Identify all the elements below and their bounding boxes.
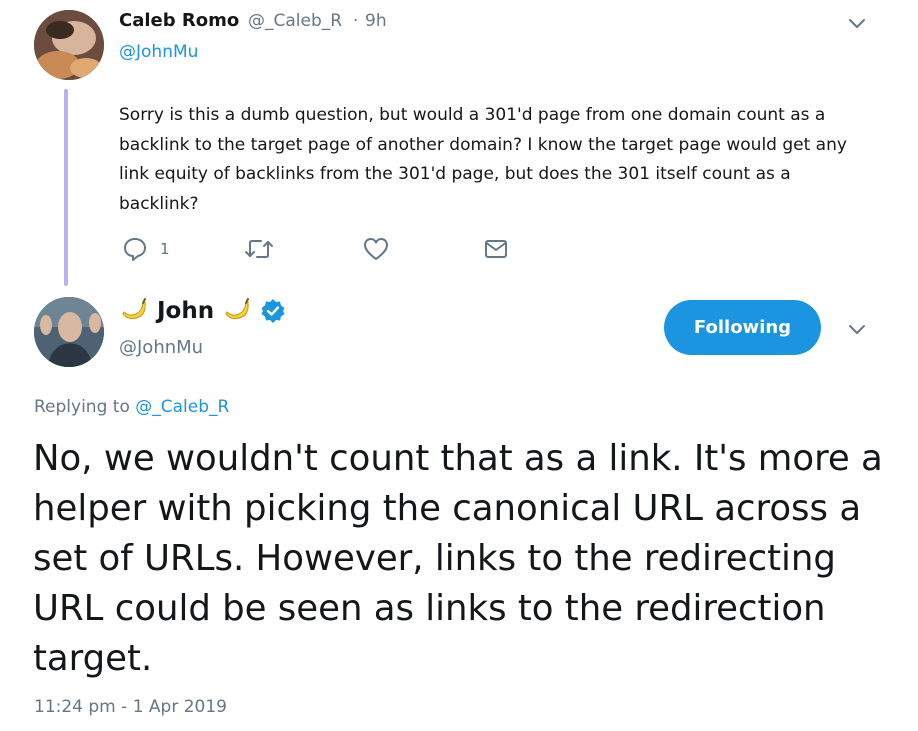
banana-emoji-icon <box>122 298 146 320</box>
reply-count: 1 <box>160 240 170 258</box>
avatar-john[interactable] <box>34 297 104 367</box>
reply-author-handle[interactable]: @_Caleb_R <box>248 11 342 31</box>
main-author-name: John <box>157 298 215 324</box>
verified-badge-icon <box>261 299 285 323</box>
like-icon <box>364 238 388 260</box>
following-button[interactable]: Following <box>664 300 821 355</box>
reply-author-name[interactable]: Caleb Romo <box>119 10 239 31</box>
avatar-caleb-romo[interactable] <box>34 10 104 80</box>
direct-message-icon <box>485 240 507 258</box>
main-tweet-text: No, we wouldn't count that as a link. It… <box>33 438 883 679</box>
reply-icon <box>124 238 146 261</box>
main-author-handle[interactable]: @JohnMu <box>119 337 203 358</box>
reply-tweet-text: Sorry is this a dumb question, but would… <box>119 105 847 214</box>
retweet-button[interactable] <box>244 236 274 262</box>
direct-message-button[interactable] <box>484 237 508 261</box>
main-author-name-row[interactable]: John <box>119 296 286 326</box>
replying-to-row: Replying to @_Caleb_R <box>34 397 229 417</box>
replying-to-link[interactable]: @_Caleb_R <box>135 397 229 417</box>
retweet-icon <box>245 240 273 258</box>
chevron-down-icon[interactable] <box>846 12 868 34</box>
reply-time-ago[interactable]: 9h <box>365 11 387 31</box>
reply-button[interactable]: 1 <box>122 236 170 262</box>
thread-connector-line <box>64 89 68 286</box>
tweet-timestamp[interactable]: 11:24 pm - 1 Apr 2019 <box>34 697 227 717</box>
separator-dot: · <box>353 11 359 31</box>
chevron-down-icon[interactable] <box>846 318 868 340</box>
replying-to-label: Replying to <box>34 397 130 417</box>
banana-emoji-icon <box>225 298 250 320</box>
reply-mention-link[interactable]: @JohnMu <box>119 42 198 62</box>
like-button[interactable] <box>363 236 389 262</box>
